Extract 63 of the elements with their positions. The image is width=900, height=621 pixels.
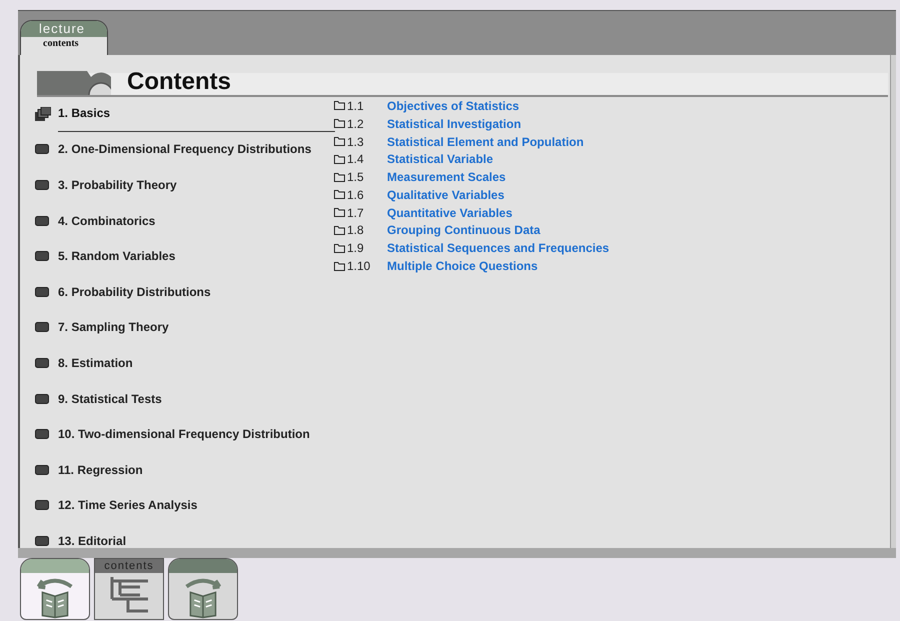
- chapter-link[interactable]: 12. Time Series Analysis: [58, 496, 331, 514]
- chapter-link[interactable]: 2. One-Dimensional Frequency Distributions: [58, 140, 331, 158]
- folder-icon: [334, 244, 345, 253]
- chapter-link[interactable]: 3. Probability Theory: [58, 176, 331, 194]
- section-number: 1.10: [347, 258, 372, 276]
- folder-icon: [334, 154, 345, 164]
- chapter-link[interactable]: 4. Combinatorics: [58, 212, 331, 230]
- folder-icon: [334, 190, 345, 200]
- section-link[interactable]: Qualitative Variables: [387, 186, 504, 204]
- chapter-icon: [35, 251, 49, 262]
- tab-title: lecture: [21, 21, 107, 37]
- chapter-icon: [35, 286, 49, 297]
- section-number: 1.6: [347, 186, 365, 204]
- section-number: 1.1: [347, 98, 365, 115]
- folder-icon: [334, 262, 345, 271]
- chapter-icon: [35, 500, 49, 510]
- folder-icon: [334, 172, 345, 182]
- chapter-link[interactable]: 5. Random Variables: [58, 247, 331, 266]
- window-stack-icon: [35, 106, 51, 121]
- chapter-icon: [35, 180, 49, 190]
- chapter-link[interactable]: 10. Two-dimensional Frequency Distribution: [58, 425, 331, 444]
- folder-icon: [334, 136, 345, 146]
- section-link[interactable]: Statistical Sequences and Frequencies: [387, 239, 610, 258]
- section-number: 1.3: [347, 134, 365, 150]
- chapter-icon: [35, 394, 49, 404]
- chapter-link[interactable]: 1. Basics: [58, 96, 335, 132]
- folder-icon: [334, 208, 345, 218]
- chapter-icon: [35, 429, 49, 440]
- section-link[interactable]: Measurement Scales: [387, 168, 506, 186]
- chapter-icon: [35, 536, 49, 546]
- section-link[interactable]: Statistical Element and Population: [387, 132, 584, 150]
- folder-icon: [334, 101, 345, 110]
- chapter-link[interactable]: 9. Statistical Tests: [58, 390, 331, 408]
- chapter-icon: [35, 144, 49, 154]
- section-number: 1.2: [347, 116, 365, 133]
- section-number: 1.4: [347, 151, 365, 168]
- section-link[interactable]: Grouping Continuous Data: [387, 221, 540, 240]
- section-number: 1.9: [347, 240, 365, 258]
- chapter-icon: [35, 464, 49, 475]
- chapter-icon: [35, 322, 49, 332]
- chapter-link[interactable]: 7. Sampling Theory: [58, 318, 331, 336]
- chapter-link[interactable]: 8. Estimation: [58, 354, 331, 372]
- folder-icon: [334, 226, 345, 235]
- section-link[interactable]: Statistical Investigation: [387, 114, 522, 133]
- section-link[interactable]: Multiple Choice Questions: [387, 257, 538, 276]
- folder-icon: [334, 119, 345, 128]
- chapter-link[interactable]: 6. Probability Distributions: [58, 282, 331, 301]
- section-number: 1.8: [347, 222, 365, 240]
- forward-button[interactable]: [168, 558, 238, 620]
- section-link[interactable]: Objectives of Statistics: [387, 96, 520, 115]
- back-button[interactable]: [20, 558, 90, 620]
- scrollbar[interactable]: [890, 55, 896, 548]
- section-link[interactable]: Quantitative Variables: [387, 204, 512, 222]
- contents-heading: Contents: [127, 69, 231, 95]
- tab-subtitle: contents: [42, 37, 80, 51]
- chapter-link[interactable]: 13. Editorial: [58, 532, 331, 550]
- chapter-icon: [35, 216, 49, 226]
- chapter-link[interactable]: 11. Regression: [58, 460, 331, 479]
- section-number: 1.5: [347, 169, 365, 186]
- chapter-icon: [35, 358, 49, 368]
- lecture-tab[interactable]: lecture contents: [20, 20, 108, 55]
- section-link[interactable]: Statistical Variable: [387, 150, 494, 168]
- section-number: 1.7: [347, 204, 365, 222]
